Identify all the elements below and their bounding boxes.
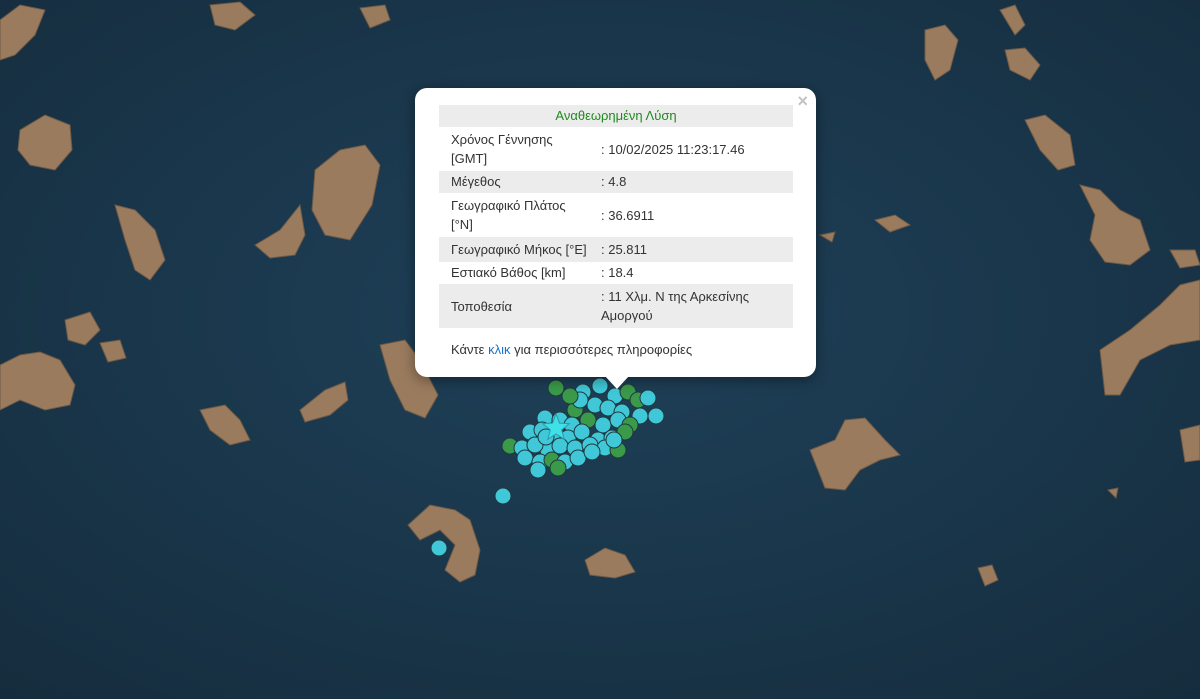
event-marker[interactable]	[583, 443, 601, 461]
event-marker[interactable]	[561, 387, 579, 405]
more-info-text: Κάντε κλικ για περισσότερες πληροφορίες	[451, 342, 692, 357]
event-marker[interactable]	[647, 407, 665, 425]
depth-label: Εστιακό Βάθος [km]	[451, 265, 566, 280]
row-depth: Εστιακό Βάθος [km] : 18.4	[439, 262, 793, 284]
row-location: Τοποθεσία : 11 Χλμ. N της Αρκεσίνης Αμορ…	[439, 284, 793, 328]
event-marker[interactable]	[494, 487, 512, 505]
row-latitude: Γεωγραφικό Πλάτος [°N] : 36.6911	[439, 193, 793, 237]
origin-time-label: Χρόνος Γέννησης [GMT]	[451, 132, 553, 166]
popup-header: Αναθεωρημένη Λύση	[439, 105, 793, 127]
row-origin-time: Χρόνος Γέννησης [GMT] : 10/02/2025 11:23…	[439, 127, 793, 171]
row-longitude: Γεωγραφικό Μήκος [°E] : 25.811	[439, 237, 793, 262]
depth-value: : 18.4	[601, 265, 634, 280]
popup-details: Χρόνος Γέννησης [GMT] : 10/02/2025 11:23…	[439, 127, 793, 328]
popup-tip	[605, 376, 629, 389]
event-marker[interactable]	[547, 379, 565, 397]
magnitude-label: Μέγεθος	[451, 174, 501, 189]
event-marker[interactable]	[549, 459, 567, 477]
event-marker[interactable]	[516, 449, 534, 467]
more-info-prefix: Κάντε	[451, 342, 485, 357]
more-info-link[interactable]: κλικ	[488, 342, 510, 357]
event-popup: × Αναθεωρημένη Λύση Χρόνος Γέννησης [GMT…	[415, 88, 816, 377]
event-marker[interactable]	[551, 437, 569, 455]
event-marker[interactable]	[529, 461, 547, 479]
longitude-label: Γεωγραφικό Μήκος [°E]	[451, 242, 587, 257]
row-magnitude: Μέγεθος : 4.8	[439, 171, 793, 193]
latitude-value: : 36.6911	[601, 207, 655, 223]
latitude-label: Γεωγραφικό Πλάτος [°N]	[451, 198, 566, 232]
more-info-suffix: για περισσότερες πληροφορίες	[514, 342, 693, 357]
close-icon[interactable]: ×	[797, 92, 808, 110]
magnitude-value: : 4.8	[601, 174, 627, 189]
longitude-value: : 25.811	[601, 242, 648, 257]
event-marker[interactable]	[430, 539, 448, 557]
origin-time-value: : 10/02/2025 11:23:17.46	[601, 141, 745, 157]
event-marker[interactable]	[605, 431, 623, 449]
location-value: : 11 Χλμ. N της Αρκεσίνης Αμοργού	[601, 289, 750, 323]
location-label: Τοποθεσία	[451, 298, 513, 314]
event-marker[interactable]	[639, 389, 657, 407]
